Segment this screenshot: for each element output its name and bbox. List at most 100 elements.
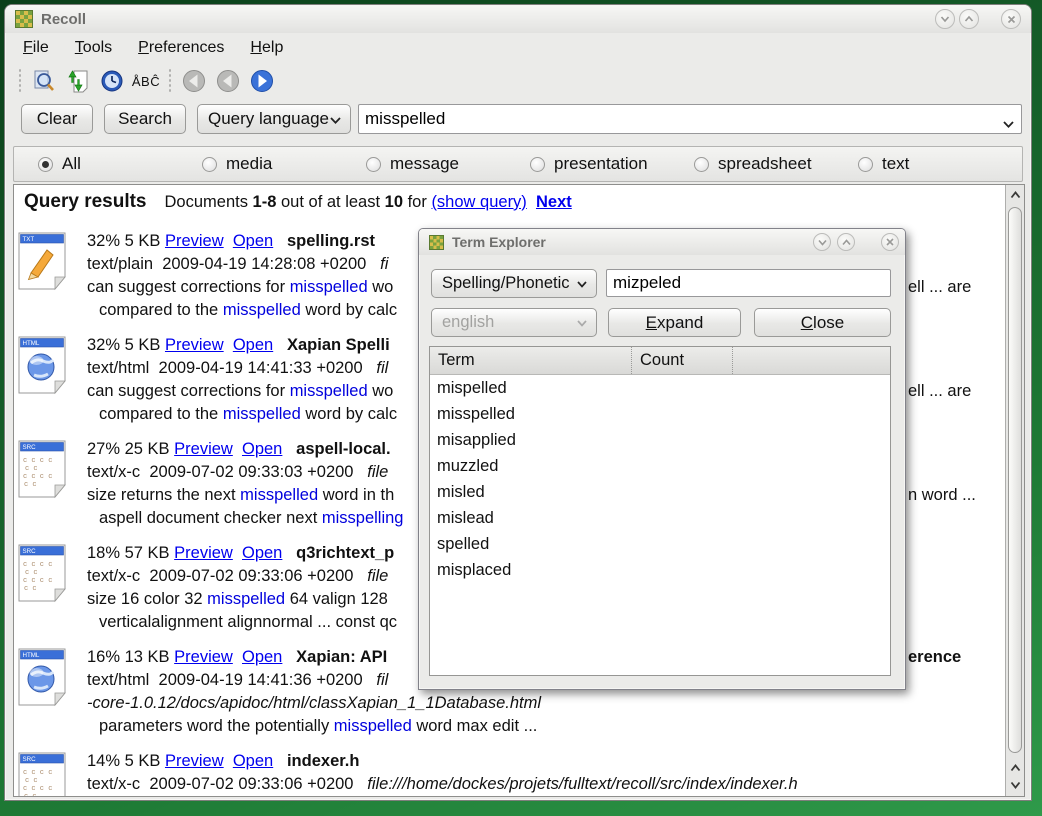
update-index-icon[interactable] bbox=[63, 67, 93, 95]
desktop-background: Recoll File Tools Preferences Help bbox=[0, 0, 1042, 816]
filter-option-spreadsheet[interactable]: spreadsheet bbox=[694, 154, 858, 174]
language-value: english bbox=[442, 313, 494, 332]
first-page-icon[interactable] bbox=[179, 67, 209, 95]
text-segment bbox=[224, 752, 233, 770]
text-segment: fi bbox=[380, 255, 388, 273]
language-select[interactable]: english bbox=[431, 308, 597, 337]
svg-text:SRC: SRC bbox=[23, 756, 37, 763]
term-row[interactable]: misapplied bbox=[430, 427, 890, 453]
maximize-window-button[interactable] bbox=[959, 9, 979, 29]
next-page-link[interactable]: Next bbox=[536, 193, 572, 211]
term-input[interactable] bbox=[606, 269, 891, 297]
filter-option-all[interactable]: All bbox=[38, 154, 202, 174]
open-link[interactable]: Open bbox=[233, 232, 273, 250]
term-row[interactable]: mispelled bbox=[430, 375, 890, 401]
open-link[interactable]: Open bbox=[242, 440, 282, 458]
chevron-down-icon bbox=[1010, 781, 1021, 789]
svg-text:c c: c c bbox=[25, 777, 38, 785]
open-link[interactable]: Open bbox=[242, 648, 282, 666]
text-segment: q3richtext_p bbox=[296, 544, 394, 562]
term-row[interactable]: misspelled bbox=[430, 401, 890, 427]
result-text: 14% 5 KB Preview Open indexer.htext/x-c … bbox=[87, 750, 1005, 796]
src-file-icon: SRCc c c cc cc c c cc c bbox=[17, 751, 67, 796]
text-segment: size returns the next bbox=[87, 486, 240, 504]
window-titlebar[interactable]: Recoll bbox=[5, 5, 1031, 33]
scroll-up-button-bottom[interactable] bbox=[1007, 760, 1023, 776]
chevron-down-icon bbox=[330, 109, 341, 129]
open-link[interactable]: Open bbox=[242, 544, 282, 562]
menu-tools[interactable]: Tools bbox=[69, 36, 118, 60]
preview-link[interactable]: Preview bbox=[165, 752, 224, 770]
term-cell: spelled bbox=[437, 535, 489, 554]
dialog-maximize-button[interactable] bbox=[837, 233, 855, 251]
scroll-down-button[interactable] bbox=[1007, 777, 1023, 793]
radio-icon[interactable] bbox=[202, 157, 217, 172]
text-segment: compared to the bbox=[99, 405, 223, 423]
result-line: parameters word the potentially misspell… bbox=[99, 715, 1005, 738]
text-segment: misspelled bbox=[223, 405, 301, 423]
dialog-shade-button[interactable] bbox=[813, 233, 831, 251]
text-segment: text/x-c 2009-07-02 09:33:06 +0200 bbox=[87, 775, 367, 793]
count-column-header[interactable]: Count bbox=[631, 347, 732, 374]
show-query-link[interactable]: (show query) bbox=[431, 193, 526, 211]
radio-icon[interactable] bbox=[530, 157, 545, 172]
term-row[interactable]: spelled bbox=[430, 531, 890, 557]
radio-icon[interactable] bbox=[38, 157, 53, 172]
preview-search-icon[interactable] bbox=[29, 67, 59, 95]
search-input[interactable] bbox=[358, 104, 1022, 134]
txt-file-icon: TXT bbox=[17, 231, 67, 296]
preview-link[interactable]: Preview bbox=[165, 336, 224, 354]
search-button[interactable]: Search bbox=[104, 104, 186, 134]
text-segment: 32% 5 KB bbox=[87, 232, 165, 250]
dialog-close-button[interactable] bbox=[881, 233, 899, 251]
filter-option-text[interactable]: text bbox=[858, 154, 1022, 174]
radio-icon[interactable] bbox=[694, 157, 709, 172]
expansion-mode-select[interactable]: Spelling/Phonetic bbox=[431, 269, 597, 298]
preview-link[interactable]: Preview bbox=[174, 440, 233, 458]
preview-link[interactable]: Preview bbox=[174, 544, 233, 562]
radio-icon[interactable] bbox=[858, 157, 873, 172]
term-column-header[interactable]: Term bbox=[430, 347, 631, 374]
scroll-up-button[interactable] bbox=[1007, 187, 1023, 203]
filter-option-message[interactable]: message bbox=[366, 154, 530, 174]
svg-text:c c c c: c c c c bbox=[23, 577, 52, 585]
window-title: Recoll bbox=[41, 11, 86, 28]
term-row[interactable]: mislead bbox=[430, 505, 890, 531]
menu-preferences[interactable]: Preferences bbox=[132, 36, 230, 60]
filter-option-media[interactable]: media bbox=[202, 154, 366, 174]
prev-page-icon[interactable] bbox=[213, 67, 243, 95]
preview-link[interactable]: Preview bbox=[174, 648, 233, 666]
term-row[interactable]: misled bbox=[430, 479, 890, 505]
next-page-icon[interactable] bbox=[247, 67, 277, 95]
expand-button[interactable]: Expand bbox=[608, 308, 741, 337]
term-table-header[interactable]: Term Count bbox=[430, 347, 890, 375]
open-link[interactable]: Open bbox=[233, 336, 273, 354]
close-button[interactable]: Close bbox=[754, 308, 891, 337]
query-mode-select[interactable]: Query language bbox=[197, 104, 351, 134]
expansion-mode-value: Spelling/Phonetic bbox=[442, 274, 570, 293]
radio-icon[interactable] bbox=[366, 157, 381, 172]
chevron-up-icon bbox=[1010, 191, 1021, 199]
menu-file[interactable]: File bbox=[17, 36, 55, 60]
term-row[interactable]: muzzled bbox=[430, 453, 890, 479]
filter-option-presentation[interactable]: presentation bbox=[530, 154, 694, 174]
chevron-down-icon[interactable] bbox=[1003, 115, 1014, 133]
sort-by-date-icon[interactable] bbox=[97, 67, 127, 95]
svg-text:SRC: SRC bbox=[23, 444, 37, 451]
menu-help[interactable]: Help bbox=[244, 36, 289, 60]
text-segment: size 16 color 32 bbox=[87, 590, 207, 608]
term-explorer-icon[interactable]: ÅBĈ bbox=[131, 67, 161, 95]
text-segment bbox=[282, 648, 296, 666]
scrollbar-thumb[interactable] bbox=[1008, 207, 1022, 753]
term-row[interactable]: misplaced bbox=[430, 557, 890, 583]
clear-button[interactable]: Clear bbox=[21, 104, 93, 134]
text-segment: misspelled bbox=[223, 301, 301, 319]
results-scrollbar[interactable] bbox=[1005, 185, 1024, 796]
preview-link[interactable]: Preview bbox=[165, 232, 224, 250]
svg-text:TXT: TXT bbox=[23, 236, 35, 243]
dialog-titlebar[interactable]: Term Explorer bbox=[419, 229, 905, 255]
text-segment: can suggest corrections for bbox=[87, 278, 290, 296]
close-window-button[interactable] bbox=[1001, 9, 1021, 29]
shade-window-button[interactable] bbox=[935, 9, 955, 29]
open-link[interactable]: Open bbox=[233, 752, 273, 770]
